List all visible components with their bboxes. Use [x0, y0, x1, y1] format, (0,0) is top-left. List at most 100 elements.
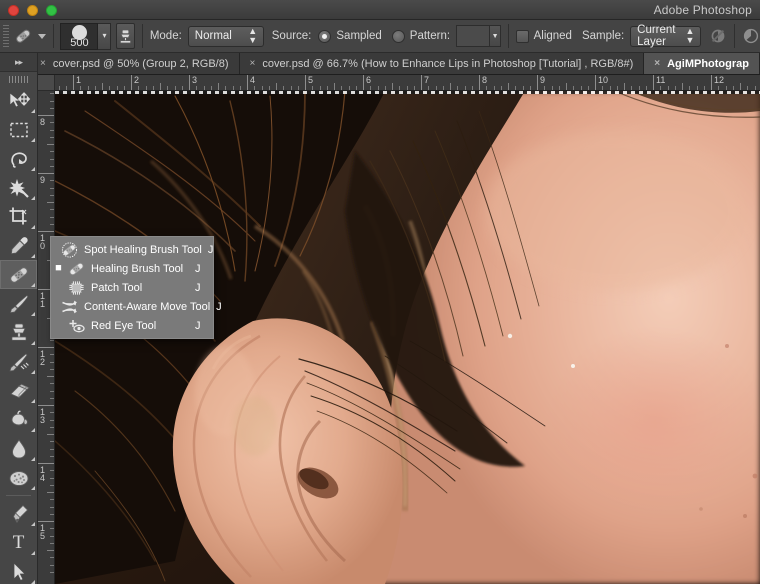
pattern-swatch[interactable]: [456, 25, 491, 47]
tool-flyout-triangle-icon: [31, 221, 35, 229]
options-bar-grip[interactable]: [3, 25, 9, 47]
aligned-checkbox[interactable]: Aligned: [515, 29, 572, 43]
zoom-window-button[interactable]: [46, 5, 57, 16]
tools-panel-collapse-chevron-double-right-icon[interactable]: ▸▸: [0, 53, 37, 72]
close-icon[interactable]: ×: [654, 58, 660, 69]
tab-label: AgiMPhotograp: [667, 57, 749, 70]
tool-flyout-triangle-icon: [31, 337, 35, 345]
ignore-adjustment-layers-icon[interactable]: [709, 24, 727, 48]
sidebar-tool-eyedropper[interactable]: [0, 231, 37, 260]
ruler-origin-corner[interactable]: [38, 75, 55, 91]
tool-flyout-triangle-icon: [31, 576, 35, 584]
options-bar: 500 ▾ Mode: Normal ▲ ▼ Source: Sampled P…: [0, 20, 760, 53]
eyedropper-tool-icon: [10, 236, 28, 254]
app-title: Adobe Photoshop: [653, 3, 752, 17]
menu-item-red-eye-tool[interactable]: Red Eye Tool J: [51, 316, 213, 335]
history-brush-tool-icon: [9, 353, 29, 371]
menu-item-spot-healing-brush-tool[interactable]: Spot Healing Brush Tool J: [51, 240, 213, 259]
tool-flyout-triangle-icon: [31, 163, 35, 171]
sidebar-tool-sponge[interactable]: [0, 463, 37, 492]
clone-source-panel-icon[interactable]: [116, 23, 136, 49]
ruler-major-tick: [247, 75, 248, 90]
divider: [142, 24, 143, 48]
sidebar-tool-lasso[interactable]: [0, 144, 37, 173]
paint-bucket-tool-icon: [11, 410, 28, 425]
ruler-label: 4: [250, 75, 256, 85]
ruler-major-tick: [653, 75, 654, 90]
select-arrows-icon: ▲ ▼: [248, 26, 258, 45]
mode-select[interactable]: Normal ▲ ▼: [187, 25, 265, 47]
ruler-major-tick: [189, 75, 190, 90]
menu-item-healing-brush-tool[interactable]: ■ Healing Brush Tool J: [51, 259, 213, 278]
photoshop-window: Adobe Photoshop 500 ▾ Mode: Normal ▲ ▼ S…: [0, 0, 760, 584]
ruler-label: 14: [40, 465, 46, 483]
sidebar-tool-marquee[interactable]: [0, 115, 37, 144]
tool-flyout-triangle-icon: [31, 366, 35, 374]
ruler-label: 12: [714, 75, 725, 85]
patch-tool-icon: [68, 280, 85, 296]
menu-item-content-aware-move-tool[interactable]: Content-Aware Move Tool J: [51, 297, 222, 316]
sidebar-tool-brush[interactable]: [0, 289, 37, 318]
sidebar-tool-pen[interactable]: [0, 499, 37, 528]
tool-flyout-triangle-icon: [31, 250, 35, 258]
ruler-major-tick: [38, 231, 54, 232]
ruler-label: 1: [76, 75, 82, 85]
pressure-for-size-icon[interactable]: [742, 24, 760, 48]
tools-panel-grip-icon[interactable]: [0, 72, 37, 86]
sidebar-tool-move[interactable]: [0, 86, 37, 115]
sidebar-tool-quick-selection[interactable]: [0, 173, 37, 202]
menu-item-label: Content-Aware Move Tool: [84, 300, 211, 313]
tool-preset-chevron-down-icon[interactable]: [37, 33, 46, 39]
ruler-label: 12: [40, 349, 46, 367]
sample-select[interactable]: Current Layer ▲ ▼: [630, 24, 702, 48]
title-bar: Adobe Photoshop: [0, 0, 760, 20]
menu-item-shortcut: J: [195, 262, 201, 275]
document-tab-2[interactable]: × cover.psd @ 66.7% (How to Enhance Lips…: [239, 53, 645, 74]
ruler-label: 11: [656, 75, 666, 85]
horizontal-ruler[interactable]: 1 2 3 4 5 6 7 8 9 10 11 12: [55, 75, 760, 91]
sidebar-tool-crop[interactable]: [0, 202, 37, 231]
radio-icon: [318, 29, 332, 43]
tool-flyout-triangle-icon: [31, 547, 35, 555]
sample-label: Sample:: [581, 30, 625, 42]
close-icon[interactable]: ×: [250, 58, 256, 69]
sidebar-tool-path-selection[interactable]: [0, 557, 37, 584]
minimize-window-button[interactable]: [27, 5, 38, 16]
document-tab-1[interactable]: × cover.psd @ 50% (Group 2, RGB/8): [30, 53, 240, 74]
tool-flyout-triangle-icon: [31, 308, 35, 316]
sidebar-tool-history-brush[interactable]: [0, 347, 37, 376]
sidebar-tool-eraser[interactable]: [0, 376, 37, 405]
ruler-label: 8: [40, 117, 46, 127]
healing-brush-icon[interactable]: [12, 23, 34, 49]
ruler-label: 9: [540, 75, 546, 85]
brush-size-button[interactable]: 500: [60, 22, 99, 50]
sidebar-tool-blur[interactable]: [0, 434, 37, 463]
menu-item-shortcut: J: [195, 281, 201, 294]
window-controls[interactable]: [8, 5, 57, 16]
ruler-major-tick: [38, 521, 54, 522]
ruler-major-tick: [595, 75, 596, 90]
pattern-picker-chevron-down-icon[interactable]: ▼: [490, 25, 502, 47]
source-sampled-radio[interactable]: Sampled: [318, 29, 382, 43]
marquee-tool-icon: [9, 122, 28, 137]
menu-item-patch-tool[interactable]: Patch Tool J: [51, 278, 213, 297]
close-window-button[interactable]: [8, 5, 19, 16]
tools-panel: ▸▸ T: [0, 53, 38, 584]
sidebar-tool-healing-brush[interactable]: [0, 260, 37, 289]
tool-flyout-triangle-icon: [31, 279, 35, 287]
sidebar-tool-paint-bucket[interactable]: [0, 405, 37, 434]
brush-picker-chevron-down-icon[interactable]: ▾: [98, 22, 112, 50]
tab-label: cover.psd @ 50% (Group 2, RGB/8): [52, 57, 229, 70]
ruler-label: 8: [482, 75, 488, 85]
source-pattern-radio[interactable]: Pattern:: [391, 29, 450, 43]
document-tab-3[interactable]: × AgiMPhotograp: [644, 53, 760, 74]
sidebar-tool-clone-stamp[interactable]: [0, 318, 37, 347]
aligned-label: Aligned: [533, 30, 572, 42]
ruler-major-tick: [38, 115, 54, 116]
pen-tool-icon: [12, 504, 28, 523]
mode-value: Normal: [194, 30, 232, 42]
sidebar-tool-type[interactable]: T: [0, 528, 37, 557]
healing-tool-flyout-menu[interactable]: Spot Healing Brush Tool J ■ Healing Brus…: [50, 236, 222, 339]
close-icon[interactable]: ×: [40, 58, 46, 69]
ruler-label: 2: [134, 75, 140, 85]
